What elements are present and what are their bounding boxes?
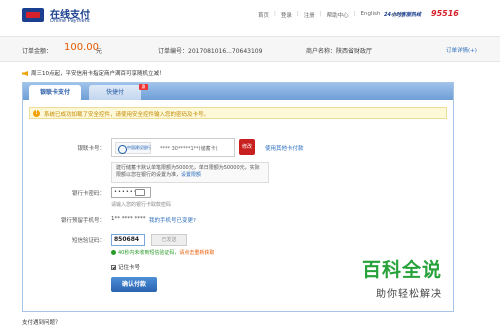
- phone-label: 银行预留手机号：: [60, 218, 105, 224]
- password-input[interactable]: ••••••: [111, 187, 151, 198]
- use-other-card-link[interactable]: 使用其他卡付款: [265, 144, 304, 152]
- tab-quick-pay[interactable]: 快捷付: [89, 85, 141, 100]
- link-help[interactable]: 帮助中心: [327, 11, 349, 19]
- phone-number: 1** **** ****: [111, 216, 146, 222]
- hotline-number: 95516: [431, 9, 459, 18]
- phone-changed-link[interactable]: 我的手机号已变更?: [149, 216, 196, 224]
- success-icon: [111, 250, 116, 255]
- watermark-title: 百科全说: [362, 259, 443, 281]
- tab-bank-card[interactable]: 银联卡支付: [29, 85, 81, 100]
- sms-code-input[interactable]: 850684: [111, 234, 145, 246]
- warning-icon: !: [33, 110, 40, 117]
- bank-name: 中国建设银行: [127, 145, 151, 150]
- promo-notice-text: 周三10点起，平安信用卡指定商户满百可享随机立减！: [31, 71, 165, 77]
- amount-label: 订单金额：: [22, 48, 53, 55]
- hotline-label: 24小时客服热线: [384, 12, 421, 18]
- help-question[interactable]: 支付遇到问题？: [22, 318, 61, 326]
- resend-code-button[interactable]: 已发送: [151, 234, 187, 246]
- top-bar: 在线支付 Online Payment 首页 | 登录 | 注册 | 帮助中心 | En…: [0, 0, 500, 28]
- sms-code-label: 短信验证码：: [71, 238, 105, 244]
- merchant-name: 商户名称：陕西省财政厅: [306, 48, 373, 55]
- limit-tip-box: 建行储蓄卡默认单笔限额为5000元，单日限额为50000元，实际 限额以您在银行…: [111, 162, 269, 183]
- security-alert: ! 系统已成功加载了安全控件，请使用安全控件输入您的密码及卡号。: [29, 107, 447, 119]
- speaker-icon: [22, 71, 28, 76]
- password-hint: 请输入您的银行卡取款密码: [111, 202, 172, 208]
- remember-card-label: 记住卡号: [118, 265, 141, 271]
- selected-card[interactable]: 中国建设银行 **** 30*****1**(储蓄卡): [111, 138, 235, 157]
- security-alert-text: 系统已成功加载了安全控件，请使用安全控件输入您的密码及卡号。: [44, 112, 210, 118]
- remember-card-checkbox[interactable]: [111, 265, 116, 270]
- link-register[interactable]: 注册: [304, 11, 315, 19]
- promo-notice: 周三10点起，平安信用卡指定商户满百可享随机立减！: [22, 69, 165, 77]
- link-home[interactable]: 首页: [258, 11, 269, 19]
- tab-strip: 银联卡支付 快捷付 惠: [23, 83, 453, 100]
- ccb-bank-logo-icon: 中国建设银行: [115, 142, 151, 154]
- brand-subtitle: Online Payment: [50, 18, 90, 24]
- remember-card[interactable]: 记住卡号: [111, 263, 140, 271]
- password-label: 银行卡密码：: [71, 191, 105, 197]
- discount-badge: 惠: [139, 84, 148, 90]
- reget-code-link[interactable]: 请点击重新获取: [179, 250, 214, 256]
- order-amount: 100.00: [64, 42, 99, 53]
- order-number: 订单编号：2017081016...70643109: [158, 48, 263, 55]
- card-number: **** 30*****1**(储蓄卡): [160, 146, 218, 152]
- keyboard-icon[interactable]: [135, 189, 145, 196]
- limit-tip-line2: 限额以您在银行的设置为准，: [116, 172, 182, 178]
- confirm-pay-button[interactable]: 确认付款: [111, 277, 157, 292]
- watermark: 百科全说 助你轻松解决: [362, 255, 482, 300]
- modify-card-button[interactable]: 修改: [239, 139, 255, 155]
- link-english[interactable]: English: [361, 11, 381, 19]
- code-sent-text: 40秒内未收到短信验证码，: [118, 250, 180, 256]
- order-info-bar: 订单金额： 100.00 元 订单编号：2017081016...7064310…: [0, 36, 500, 62]
- limit-tip-line1: 建行储蓄卡默认单笔限额为5000元，单日限额为50000元，实际: [116, 165, 260, 171]
- code-sent-message: 40秒内未收到短信验证码，请点击重新获取: [111, 249, 214, 256]
- top-links: 首页 | 登录 | 注册 | 帮助中心 | English | 中文: [258, 11, 404, 19]
- order-detail-link[interactable]: 订单详情(+): [446, 46, 477, 54]
- watermark-subtitle: 助你轻松解决: [376, 289, 442, 300]
- unionpay-logo-icon: [22, 8, 44, 22]
- set-limit-link[interactable]: 设置限额: [181, 172, 201, 178]
- currency-unit: 元: [96, 48, 103, 55]
- card-number-label: 银联卡号：: [77, 146, 105, 152]
- hotline: 24小时客服热线 95516: [384, 9, 484, 20]
- link-login[interactable]: 登录: [281, 11, 292, 19]
